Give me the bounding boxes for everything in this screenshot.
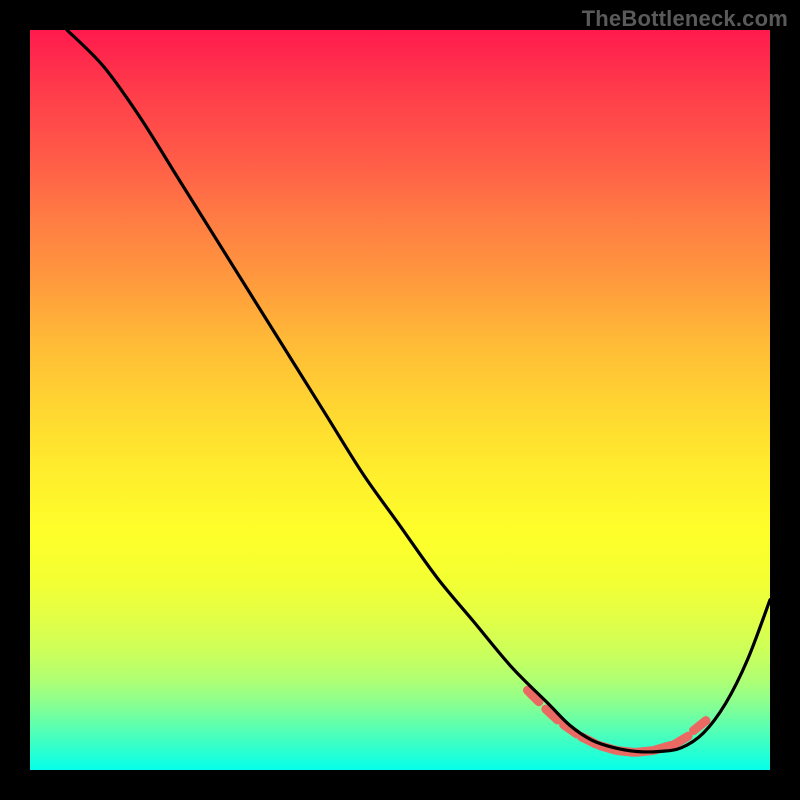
marker-group	[528, 690, 706, 752]
chart-svg	[30, 30, 770, 770]
plot-area	[30, 30, 770, 770]
chart-frame: TheBottleneck.com	[0, 0, 800, 800]
highlight-dash	[694, 721, 706, 731]
highlight-dash	[674, 736, 688, 744]
curve-path	[67, 30, 770, 752]
watermark-text: TheBottleneck.com	[582, 6, 788, 32]
